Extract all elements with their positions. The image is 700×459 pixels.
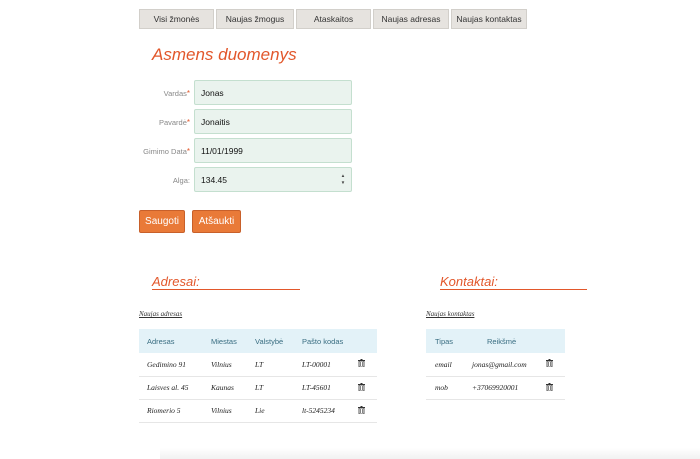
top-nav: Visi žmonės Naujas žmogus Ataskaitos Nau…: [139, 9, 527, 29]
cell-tipas: email: [426, 353, 472, 377]
table-row: mob +37069920001: [426, 376, 565, 400]
col-tipas: Tipas: [435, 336, 454, 346]
pavarde-input[interactable]: Jonaitis: [194, 109, 352, 134]
cell-actions: [358, 399, 377, 423]
col-actions: [546, 329, 565, 353]
gimimo-data-input[interactable]: 11/01/1999: [194, 138, 352, 163]
gimimo-data-label-text: Gimimo Data: [143, 147, 187, 156]
cell-adresas: Gedimino 91: [139, 353, 211, 377]
form-title: Asmens duomenys: [152, 45, 297, 64]
cell-reiksme: +37069920001: [472, 376, 546, 400]
new-contact-link[interactable]: Naujas kontaktas: [426, 310, 474, 318]
cell-actions: [546, 376, 565, 400]
cell-valstybe: Lie: [255, 399, 302, 423]
addresses-header-row: Adresas Miestas Valstybė Pašto kodas: [139, 329, 377, 353]
addresses-title: Adresai:: [152, 274, 200, 289]
tab-naujas-adresas[interactable]: Naujas adresas: [373, 9, 449, 29]
cell-valstybe: LT: [255, 376, 302, 400]
vardas-input[interactable]: Jonas: [194, 80, 352, 105]
spinner-down-icon[interactable]: ▼: [341, 180, 345, 185]
cell-valstybe: LT: [255, 353, 302, 377]
alga-label: Alga:: [0, 176, 190, 185]
vardas-label: Vardas*: [0, 89, 190, 98]
cell-pasto-kodas: lt-5245234: [302, 399, 358, 423]
table-row: Riomerio 5 Vilnius Lie lt-5245234: [139, 399, 377, 423]
cell-adresas: Riomerio 5: [139, 399, 211, 423]
col-miestas: Miestas: [211, 336, 237, 346]
page-bottom-shadow: [160, 448, 700, 459]
contacts-title: Kontaktai:: [440, 274, 498, 289]
alga-field-wrapper: 134.45 ▲ ▼: [194, 167, 352, 192]
trash-icon[interactable]: [358, 405, 365, 414]
gimimo-data-label: Gimimo Data*: [0, 147, 190, 156]
trash-icon[interactable]: [546, 359, 553, 368]
cell-miestas: Kaunas: [211, 376, 255, 400]
cell-adresas: Laisves al. 45: [139, 376, 211, 400]
trash-icon[interactable]: [546, 382, 553, 391]
cell-reiksme: jonas@gmail.com: [472, 353, 546, 377]
pavarde-label: Pavardė*: [0, 118, 190, 127]
tab-visi-zmones[interactable]: Visi žmonės: [139, 9, 214, 29]
tab-naujas-kontaktas[interactable]: Naujas kontaktas: [451, 9, 527, 29]
trash-icon[interactable]: [358, 382, 365, 391]
cell-pasto-kodas: LT-00001: [302, 353, 358, 377]
required-mark: *: [186, 147, 190, 156]
cell-pasto-kodas: LT-45601: [302, 376, 358, 400]
col-reiksme: Reikšmė: [487, 336, 517, 346]
tab-naujas-zmogus[interactable]: Naujas žmogus: [216, 9, 294, 29]
addresses-underline: [152, 289, 300, 290]
spinner-up-icon[interactable]: ▲: [341, 173, 345, 178]
table-row: Gedimino 91 Vilnius LT LT-00001: [139, 353, 377, 377]
col-valstybe: Valstybė: [255, 336, 284, 346]
cancel-button[interactable]: Atšaukti: [192, 210, 241, 233]
addresses-table: Adresas Miestas Valstybė Pašto kodas Ged…: [139, 329, 377, 423]
col-pasto-kodas: Pašto kodas: [302, 336, 344, 346]
alga-label-text: Alga:: [172, 176, 190, 185]
number-spinner-icon[interactable]: ▲ ▼: [340, 173, 346, 185]
cell-tipas: mob: [426, 376, 472, 400]
alga-input[interactable]: 134.45: [195, 175, 227, 185]
required-mark: *: [186, 118, 190, 127]
col-adresas: Adresas: [147, 336, 175, 346]
cell-miestas: Vilnius: [211, 353, 255, 377]
save-button[interactable]: Saugoti: [139, 210, 185, 233]
table-row: Laisves al. 45 Kaunas LT LT-45601: [139, 376, 377, 400]
table-row: email jonas@gmail.com: [426, 353, 565, 377]
trash-icon[interactable]: [358, 359, 365, 368]
contacts-underline: [440, 289, 587, 290]
cell-actions: [358, 376, 377, 400]
cell-miestas: Vilnius: [211, 399, 255, 423]
tab-ataskaitos[interactable]: Ataskaitos: [296, 9, 371, 29]
col-actions: [358, 329, 377, 353]
pavarde-label-text: Pavardė: [158, 118, 187, 127]
new-address-link[interactable]: Naujas adresas: [139, 310, 182, 318]
contacts-table: Tipas Reikšmė email jonas@gmail.com mob …: [426, 329, 565, 400]
contacts-header-row: Tipas Reikšmė: [426, 329, 565, 353]
cell-actions: [546, 353, 565, 377]
vardas-label-text: Vardas: [163, 89, 187, 98]
cell-actions: [358, 353, 377, 377]
required-mark: *: [186, 89, 190, 98]
